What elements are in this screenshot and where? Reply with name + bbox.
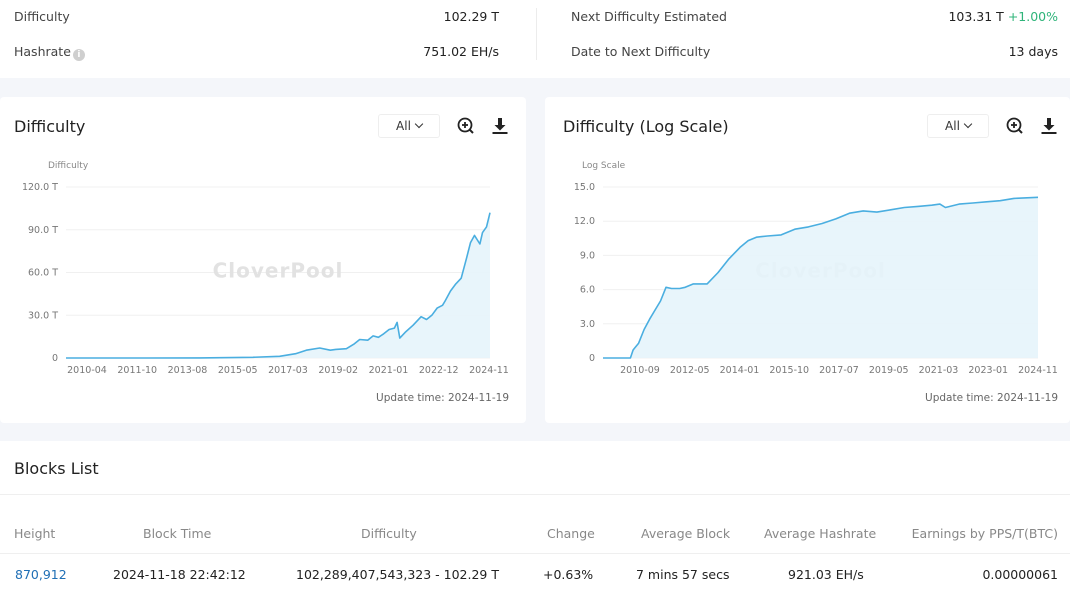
x-tick-label: 2023-01 [968,365,1008,376]
column-header-average-block[interactable]: Average Block [641,526,730,541]
column-header-earnings[interactable]: Earnings by PPS/T(BTC) [912,526,1058,541]
block-average-time: 7 mins 57 secs [636,567,730,582]
update-time: Update time: 2024-11-19 [925,392,1058,404]
y-tick-label: 9.0 [580,250,595,261]
log-chart[interactable]: Log Scale 0 3.0 6.0 9.0 12.0 15.0 2010-09 2012-0… [0,0,1070,400]
block-time: 2024-11-18 22:42:12 [113,567,246,582]
y-tick-label: 0 [589,353,595,364]
column-header-difficulty[interactable]: Difficulty [361,526,417,541]
column-header-block-time[interactable]: Block Time [143,526,211,541]
x-tick-label: 2010-09 [620,365,660,376]
x-tick-label: 2024-11 [1018,365,1058,376]
x-tick-label: 2015-10 [769,365,809,376]
column-header-average-hashrate[interactable]: Average Hashrate [764,526,876,541]
block-average-hashrate: 921.03 EH/s [788,567,864,582]
x-tick-label: 2014-01 [720,365,760,376]
x-tick-label: 2012-05 [670,365,710,376]
blocks-list-panel: Blocks List Height Block Time Difficulty… [0,441,1070,592]
y-tick-label: 6.0 [580,285,595,296]
y-axis-label: Log Scale [582,161,626,171]
block-earnings: 0.00000061 [982,567,1058,582]
x-tick-label: 2019-05 [869,365,909,376]
column-header-height[interactable]: Height [14,526,55,541]
divider [0,494,1070,495]
column-header-change[interactable]: Change [547,526,595,541]
y-tick-label: 12.0 [574,216,595,227]
block-height-link[interactable]: 870,912 [15,567,67,582]
x-tick-label: 2017-07 [819,365,859,376]
divider [0,553,1070,554]
y-tick-label: 15.0 [574,182,595,193]
block-change: +0.63% [543,567,594,582]
section-title: Blocks List [14,459,99,478]
x-tick-label: 2021-03 [919,365,959,376]
y-tick-label: 3.0 [580,319,595,330]
block-difficulty: 102,289,407,543,323 - 102.29 T [296,567,499,582]
